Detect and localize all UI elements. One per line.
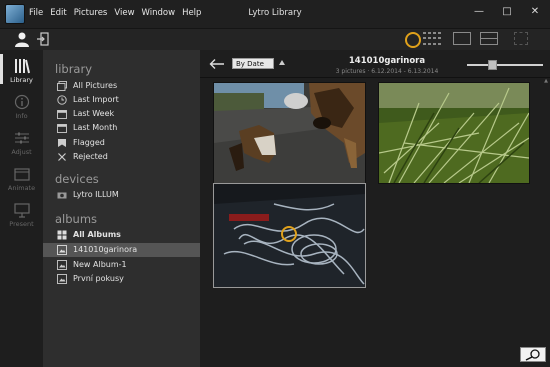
nav-label: New Album-1 xyxy=(73,260,127,269)
rail-present-label: Present xyxy=(9,220,34,228)
pictures-icon xyxy=(57,81,67,91)
rail-library-label: Library xyxy=(10,76,33,84)
header-divider xyxy=(200,77,550,78)
focus-ring-icon[interactable] xyxy=(405,32,421,48)
nav-label: All Pictures xyxy=(73,81,118,90)
dog-photo-image xyxy=(214,83,365,183)
nav-label: Last Week xyxy=(73,109,115,118)
camera-icon xyxy=(57,192,67,199)
clock-icon xyxy=(57,95,67,105)
library-books-icon xyxy=(14,59,30,74)
split-view-icon[interactable] xyxy=(480,32,498,45)
user-icon[interactable] xyxy=(14,31,30,47)
nav-all-pictures[interactable]: All Pictures xyxy=(43,79,200,93)
nav-rejected[interactable]: Rejected xyxy=(43,150,200,164)
nav-all-albums[interactable]: All Albums xyxy=(43,228,200,242)
flag-icon xyxy=(58,139,66,147)
title-bar: File Edit Pictures View Window Help Lytr… xyxy=(0,0,550,29)
rail-adjust-label: Adjust xyxy=(11,148,32,156)
nav-last-month[interactable]: Last Month xyxy=(43,121,200,135)
album-icon xyxy=(57,260,67,270)
thumbnail-size-slider[interactable] xyxy=(467,64,543,66)
album-title: 141010garinora xyxy=(348,56,426,66)
rail-present[interactable]: Present xyxy=(0,202,43,228)
library-sidebar: library All Pictures Last Import Last We… xyxy=(43,50,200,367)
fullscreen-icon[interactable] xyxy=(514,32,528,45)
calendar-icon xyxy=(57,110,67,119)
animate-film-icon xyxy=(13,168,30,181)
photo-thumbnail-selected[interactable] xyxy=(213,183,366,288)
cables-photo-image xyxy=(214,184,365,287)
toolbar xyxy=(0,29,550,50)
nav-label: Rejected xyxy=(73,152,108,161)
nav-album-141010garinora[interactable]: 141010garinora xyxy=(43,243,200,257)
album-view: By Date 141010garinora 3 pictures · 6.12… xyxy=(200,50,550,367)
nav-label: Flagged xyxy=(73,138,105,147)
rail-animate-label: Animate xyxy=(7,184,36,192)
nav-label: 141010garinora xyxy=(73,245,138,254)
library-section-title: library xyxy=(55,62,92,76)
rail-info-label: Info xyxy=(15,112,28,120)
minimize-icon[interactable]: — xyxy=(472,5,486,19)
nav-flagged[interactable]: Flagged xyxy=(43,136,200,150)
adjust-sliders-icon xyxy=(14,132,29,144)
maximize-icon[interactable]: □ xyxy=(500,5,514,19)
devices-section-title: devices xyxy=(55,172,99,186)
nav-last-week[interactable]: Last Week xyxy=(43,107,200,121)
back-arrow-icon[interactable] xyxy=(209,58,225,70)
nav-label: All Albums xyxy=(73,230,121,239)
photo-thumbnail[interactable] xyxy=(378,82,530,184)
nav-label: Last Import xyxy=(73,95,119,104)
grass-photo-image xyxy=(379,83,529,183)
info-icon xyxy=(14,94,29,110)
album-icon xyxy=(57,245,67,255)
sort-dropdown[interactable]: By Date xyxy=(232,58,274,69)
nav-label: Last Month xyxy=(73,123,118,132)
nav-album-new-album-1[interactable]: New Album-1 xyxy=(43,258,200,272)
present-screen-icon xyxy=(13,203,30,218)
nav-label: Lytro ILLUM xyxy=(73,190,119,199)
grid-view-icon[interactable] xyxy=(423,32,443,46)
magnifier-help-icon[interactable] xyxy=(520,347,546,362)
close-icon[interactable]: ✕ xyxy=(528,5,542,19)
rail-library[interactable]: Library xyxy=(0,54,43,84)
rail-adjust[interactable]: Adjust xyxy=(0,130,43,156)
single-view-icon[interactable] xyxy=(453,32,471,45)
calendar-icon xyxy=(57,124,67,133)
logout-icon[interactable] xyxy=(37,32,49,46)
scroll-up-icon[interactable]: ▲ xyxy=(543,78,549,84)
window-title: Lytro Library xyxy=(248,8,302,18)
photo-thumbnail[interactable] xyxy=(213,82,366,184)
album-icon xyxy=(57,274,67,284)
albums-grid-icon xyxy=(57,230,67,240)
rail-info[interactable]: Info xyxy=(0,94,43,120)
mode-rail: Library Info Adjust Animate Present xyxy=(0,50,43,367)
nav-last-import[interactable]: Last Import xyxy=(43,93,200,107)
nav-album-prvni-pokusy[interactable]: První pokusy xyxy=(43,272,200,286)
rail-animate[interactable]: Animate xyxy=(0,166,43,192)
sort-direction-icon[interactable] xyxy=(279,60,285,65)
album-info: 3 pictures · 6.12.2014 - 6.13.2014 xyxy=(335,68,439,75)
reject-x-icon xyxy=(58,153,66,161)
albums-section-title: albums xyxy=(55,212,98,226)
nav-device-lytro-illum[interactable]: Lytro ILLUM xyxy=(43,188,200,202)
nav-label: První pokusy xyxy=(73,274,124,283)
slider-thumb[interactable] xyxy=(487,60,497,70)
